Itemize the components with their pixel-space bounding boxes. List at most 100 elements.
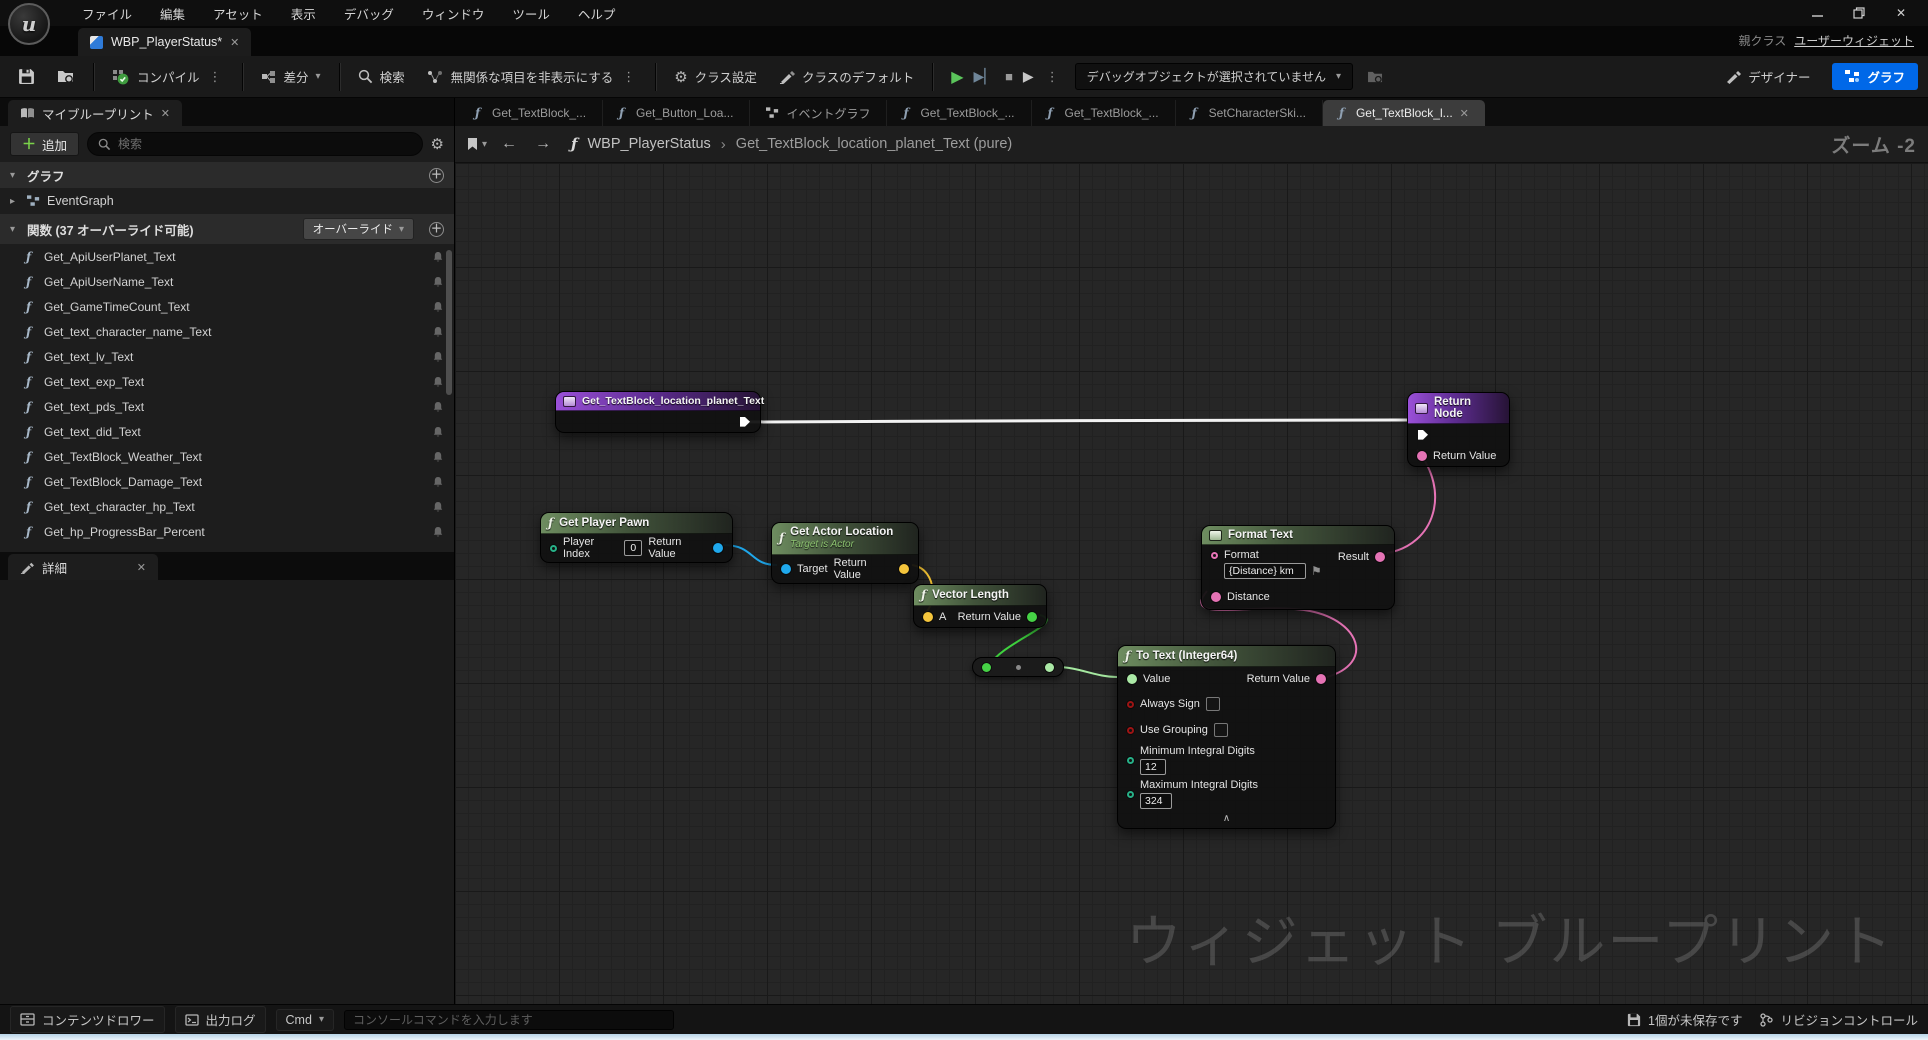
function-item[interactable]: ƒGet_text_did_Text bbox=[0, 419, 454, 444]
always-sign-checkbox[interactable] bbox=[1206, 697, 1220, 711]
class-defaults-button[interactable]: クラスのデフォルト bbox=[771, 62, 922, 92]
compile-button[interactable]: コンパイル ⋮ bbox=[104, 62, 232, 92]
a-pin[interactable] bbox=[923, 612, 933, 622]
output-log-button[interactable]: 出力ログ bbox=[175, 1006, 266, 1033]
function-item[interactable]: ƒGet_ApiUserPlanet_Text bbox=[0, 244, 454, 269]
node-conversion[interactable] bbox=[972, 657, 1064, 677]
value-pin[interactable] bbox=[1127, 674, 1137, 684]
return-value-pin[interactable] bbox=[1316, 674, 1326, 684]
doc-tab[interactable]: ƒGet_TextBlock_... bbox=[887, 100, 1031, 126]
conversion-out-pin[interactable] bbox=[1045, 663, 1054, 672]
menu-view[interactable]: 表示 bbox=[279, 0, 328, 27]
debug-object-dropdown[interactable]: デバッグオブジェクトが選択されていません ▾ bbox=[1075, 63, 1353, 90]
node-return[interactable]: Return Node Return Value bbox=[1407, 392, 1510, 467]
doc-tab[interactable]: ƒGet_TextBlock_... bbox=[1032, 100, 1176, 126]
function-item[interactable]: ƒGet_text_character_hp_Text bbox=[0, 494, 454, 519]
node-entry[interactable]: Get_TextBlock_location_planet_Text bbox=[555, 391, 761, 433]
menu-asset[interactable]: アセット bbox=[201, 0, 275, 27]
forward-arrow-icon[interactable]: → bbox=[531, 135, 555, 153]
return-value-pin[interactable] bbox=[1027, 612, 1037, 622]
unsaved-status[interactable]: 1個が未保存です bbox=[1627, 1010, 1742, 1029]
function-item[interactable]: ƒGet_text_character_name_Text bbox=[0, 319, 454, 344]
result-pin[interactable] bbox=[1375, 552, 1385, 562]
menu-tools[interactable]: ツール bbox=[500, 0, 562, 27]
collapse-arrow-icon[interactable]: ▾ bbox=[10, 170, 20, 181]
node-format-text[interactable]: Format Text Format ⚑ bbox=[1201, 525, 1395, 610]
add-button[interactable]: ＋ 追加 bbox=[10, 132, 79, 156]
hide-unrelated-options-icon[interactable]: ⋮ bbox=[620, 69, 637, 85]
blueprint-search-box[interactable] bbox=[87, 132, 423, 156]
function-item[interactable]: ƒGet_text_lv_Text bbox=[0, 344, 454, 369]
my-blueprint-close-icon[interactable]: ✕ bbox=[161, 107, 170, 120]
back-arrow-icon[interactable]: ← bbox=[497, 135, 521, 153]
doc-tab[interactable]: ƒGet_TextBlock_... bbox=[459, 100, 603, 126]
doc-tab[interactable]: ƒGet_Button_Loa... bbox=[603, 100, 750, 126]
add-function-icon[interactable]: ＋ bbox=[429, 222, 444, 237]
min-integral-digits-field[interactable] bbox=[1140, 759, 1166, 775]
collapse-arrow-icon[interactable]: ▾ bbox=[10, 224, 20, 235]
console-command-input[interactable] bbox=[344, 1010, 674, 1030]
target-pin[interactable] bbox=[781, 564, 791, 574]
override-dropdown[interactable]: オーバーライド ▾ bbox=[303, 218, 414, 240]
wire-int64[interactable] bbox=[1056, 667, 1117, 677]
return-value-pin[interactable] bbox=[899, 564, 909, 574]
unreal-logo-icon[interactable]: u bbox=[8, 3, 50, 45]
designer-button[interactable]: デザイナー bbox=[1717, 62, 1818, 92]
save-button[interactable] bbox=[10, 62, 43, 92]
player-index-pin[interactable] bbox=[550, 545, 557, 552]
always-sign-pin[interactable] bbox=[1127, 701, 1134, 708]
details-tab[interactable]: 詳細 ✕ bbox=[8, 554, 158, 580]
revision-control-button[interactable]: リビジョンコントロール bbox=[1760, 1010, 1918, 1029]
collapse-node-chevron-icon[interactable]: ∧ bbox=[1118, 811, 1335, 828]
browse-asset-button[interactable] bbox=[49, 62, 83, 92]
return-value-pin[interactable] bbox=[1417, 451, 1427, 461]
restore-button[interactable] bbox=[1842, 3, 1876, 23]
play-button-icon[interactable]: ▶ bbox=[951, 67, 963, 87]
play-options-icon[interactable]: ⋮ bbox=[1044, 69, 1061, 85]
blueprint-search-input[interactable] bbox=[118, 137, 412, 151]
graph-canvas[interactable]: Get_TextBlock_location_planet_Text Retur… bbox=[455, 163, 1928, 1004]
doc-tab[interactable]: ƒSetCharacterSki... bbox=[1176, 100, 1323, 126]
localize-flag-icon[interactable]: ⚑ bbox=[1311, 564, 1322, 578]
wire-exec[interactable] bbox=[747, 420, 1413, 422]
close-button[interactable]: ✕ bbox=[1884, 3, 1918, 23]
add-graph-icon[interactable]: ＋ bbox=[429, 168, 444, 183]
doc-tab-close-icon[interactable]: ✕ bbox=[1460, 107, 1469, 120]
doc-tab-event-graph[interactable]: イベントグラフ bbox=[750, 100, 887, 126]
functions-scrollbar[interactable] bbox=[446, 250, 452, 395]
cmd-dropdown[interactable]: Cmd ▾ bbox=[276, 1009, 334, 1031]
use-grouping-pin[interactable] bbox=[1127, 727, 1134, 734]
node-get-actor-location[interactable]: ƒ Get Actor Location Target is Actor Tar… bbox=[771, 522, 919, 584]
player-index-field[interactable] bbox=[624, 540, 642, 556]
hide-unrelated-button[interactable]: 無関係な項目を非表示にする ⋮ bbox=[419, 62, 646, 92]
menu-file[interactable]: ファイル bbox=[70, 0, 144, 27]
functions-section-header[interactable]: ▾ 関数 (37 オーバーライド可能) オーバーライド ▾ ＋ bbox=[0, 214, 454, 244]
format-pin[interactable] bbox=[1211, 552, 1218, 559]
max-integral-digits-pin[interactable] bbox=[1127, 791, 1134, 798]
find-button[interactable]: 検索 bbox=[350, 62, 413, 92]
breadcrumb-root[interactable]: WBP_PlayerStatus bbox=[587, 136, 710, 152]
min-integral-digits-pin[interactable] bbox=[1127, 757, 1134, 764]
function-item[interactable]: ƒGet_TextBlock_Weather_Text bbox=[0, 444, 454, 469]
panel-settings-gear-icon[interactable]: ⚙ bbox=[431, 135, 444, 153]
doc-tab-active[interactable]: ƒGet_TextBlock_l...✕ bbox=[1323, 100, 1485, 126]
node-to-text-integer64[interactable]: ƒ To Text (Integer64) Value Return Value bbox=[1117, 645, 1336, 829]
asset-tab-wbp-playerstatus[interactable]: WBP_PlayerStatus* ✕ bbox=[78, 28, 251, 56]
distance-pin[interactable] bbox=[1211, 592, 1221, 602]
use-grouping-checkbox[interactable] bbox=[1214, 723, 1228, 737]
eject-button-icon[interactable]: ▶ bbox=[1023, 68, 1034, 85]
menu-debug[interactable]: デバッグ bbox=[332, 0, 406, 27]
return-value-pin[interactable] bbox=[713, 543, 723, 553]
max-integral-digits-field[interactable] bbox=[1140, 793, 1172, 809]
parent-class-link[interactable]: ユーザーウィジェット bbox=[1794, 32, 1914, 49]
exec-out-pin[interactable] bbox=[739, 416, 751, 428]
content-drawer-button[interactable]: コンテンツドロワー bbox=[10, 1006, 165, 1033]
node-vector-length[interactable]: ƒ Vector Length A Return Value bbox=[913, 584, 1047, 628]
class-settings-button[interactable]: ⚙ クラス設定 bbox=[666, 62, 765, 92]
debug-browse-button[interactable] bbox=[1359, 62, 1392, 92]
minimize-button[interactable] bbox=[1800, 3, 1834, 23]
graph-section-header[interactable]: ▾ グラフ ＋ bbox=[0, 162, 454, 188]
exec-in-pin[interactable] bbox=[1417, 429, 1429, 441]
bookmarks-dropdown[interactable]: ▾ bbox=[467, 137, 487, 151]
diff-button[interactable]: 差分 ▾ bbox=[253, 62, 329, 92]
